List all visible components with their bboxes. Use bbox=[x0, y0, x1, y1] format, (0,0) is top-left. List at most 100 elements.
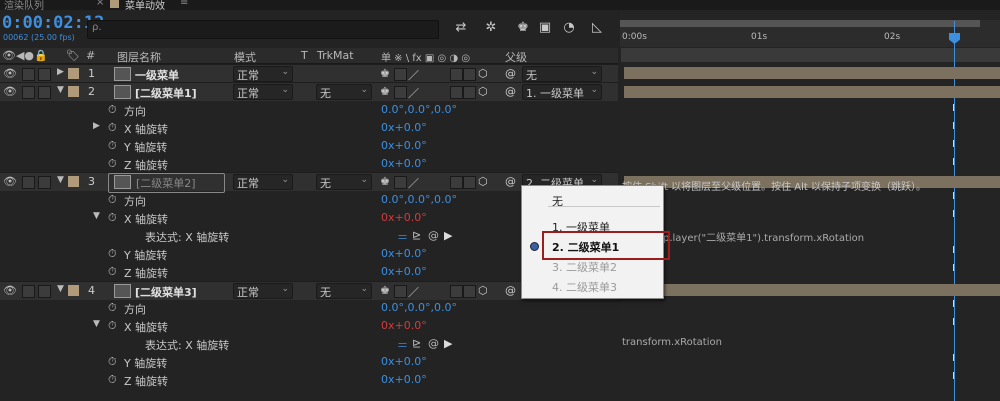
switch-box[interactable] bbox=[463, 285, 476, 298]
stopwatch-icon[interactable]: ⏱ bbox=[108, 247, 117, 261]
stopwatch-icon[interactable]: ⏱ bbox=[108, 319, 117, 333]
property-value[interactable]: 0x+0.0° bbox=[381, 211, 427, 224]
keyframe-marker[interactable]: I bbox=[952, 353, 955, 364]
graph-icon[interactable]: ⊵ bbox=[412, 229, 421, 242]
property-value[interactable]: 0x+0.0° bbox=[381, 247, 427, 260]
layer-row[interactable]: 👁 ▼ 2 [二级菜单1] 正常 ⌄ 无 ⌄ ♚ ／ ⬡ @1. 一级菜单 ⌄ bbox=[0, 82, 618, 101]
keyframe-marker[interactable]: I bbox=[952, 209, 955, 220]
pick-whip-icon[interactable]: @ bbox=[505, 175, 516, 188]
visibility-eye-icon[interactable]: 👁 bbox=[3, 67, 17, 80]
quality-switch-icon[interactable]: ／ bbox=[408, 67, 419, 83]
keyframe-marker[interactable]: I bbox=[952, 371, 955, 382]
switch-box[interactable] bbox=[394, 285, 407, 298]
keyframe-marker[interactable]: I bbox=[952, 299, 955, 310]
column-layer-name[interactable]: 图层名称 bbox=[117, 49, 161, 65]
mode-dropdown[interactable]: 正常 ⌄ bbox=[233, 283, 293, 299]
quality-switch-icon[interactable]: ／ bbox=[408, 175, 419, 191]
stopwatch-icon[interactable]: ⏱ bbox=[108, 373, 117, 387]
keyframe-marker[interactable]: I bbox=[952, 263, 955, 274]
parent-dropdown[interactable]: 1. 一级菜单 ⌄ bbox=[522, 84, 602, 100]
switch-box[interactable] bbox=[394, 86, 407, 99]
keyframe-marker[interactable]: I bbox=[952, 157, 955, 168]
lock-toggle[interactable] bbox=[38, 86, 51, 99]
label-color-swatch[interactable] bbox=[68, 285, 79, 296]
property-value[interactable]: 0.0°,0.0°,0.0° bbox=[381, 193, 457, 206]
label-color-swatch[interactable] bbox=[68, 176, 79, 187]
draft-3d-icon[interactable]: ✲ bbox=[482, 20, 500, 36]
eye-icon[interactable]: 👁◀●🔒 bbox=[2, 49, 48, 62]
layer-bar-1[interactable] bbox=[624, 67, 1000, 79]
stopwatch-icon[interactable]: ⏱ bbox=[108, 157, 117, 171]
switch-box[interactable] bbox=[450, 68, 463, 81]
keyframe-marker[interactable]: I bbox=[952, 103, 955, 114]
stopwatch-icon[interactable]: ⏱ bbox=[108, 121, 117, 135]
close-icon[interactable]: × bbox=[96, 0, 104, 8]
panel-menu-icon[interactable]: ≡ bbox=[180, 0, 188, 8]
layer-name[interactable]: 一级菜单 bbox=[135, 67, 179, 83]
layer-name[interactable]: [二级菜单1] bbox=[135, 85, 197, 101]
frame-blending-icon[interactable]: ▣ bbox=[536, 20, 554, 36]
trkmat-dropdown[interactable]: 无 ⌄ bbox=[316, 84, 372, 100]
pick-whip-icon[interactable]: @ bbox=[428, 229, 439, 242]
keyframe-marker[interactable]: I bbox=[952, 317, 955, 328]
property-row[interactable]: 表达式: X 轴旋转 ＝ ⊵ @ ▶ bbox=[0, 335, 618, 353]
language-menu-icon[interactable]: ▶ bbox=[444, 337, 452, 350]
property-value[interactable]: 0x+0.0° bbox=[381, 319, 427, 332]
comp-mini-flowchart-icon[interactable]: ⇄ bbox=[452, 20, 470, 36]
shy-layers-icon[interactable]: ♚ bbox=[514, 20, 532, 36]
stopwatch-icon[interactable]: ⏱ bbox=[108, 193, 117, 207]
expression-text-2[interactable]: transform.xRotation bbox=[622, 337, 722, 348]
graph-icon[interactable]: ⊵ bbox=[412, 337, 421, 350]
pick-whip-icon[interactable]: @ bbox=[505, 85, 516, 98]
expression-enable-icon[interactable]: ＝ bbox=[397, 229, 408, 245]
layer-name[interactable]: [二级菜单2] bbox=[108, 173, 225, 193]
keyframe-marker[interactable]: I bbox=[952, 245, 955, 256]
twirl-arrow-icon[interactable]: ▼ bbox=[93, 319, 100, 329]
mode-dropdown[interactable]: 正常 ⌄ bbox=[233, 84, 293, 100]
property-value[interactable]: 0.0°,0.0°,0.0° bbox=[381, 103, 457, 116]
layer-name[interactable]: [二级菜单3] bbox=[135, 284, 197, 300]
twirl-arrow-icon[interactable]: ▼ bbox=[57, 85, 64, 95]
pick-whip-icon[interactable]: @ bbox=[505, 284, 516, 297]
shy-switch-icon[interactable]: ♚ bbox=[380, 284, 390, 297]
stopwatch-icon[interactable]: ⏱ bbox=[108, 355, 117, 369]
switch-box[interactable] bbox=[450, 86, 463, 99]
stopwatch-icon[interactable]: ⏱ bbox=[108, 211, 117, 225]
expression-text-1[interactable]: p.layer("二级菜单1").transform.xRotation bbox=[663, 229, 864, 244]
solo-toggle[interactable] bbox=[22, 285, 35, 298]
layer-bar-2[interactable] bbox=[624, 86, 1000, 98]
lock-toggle[interactable] bbox=[38, 176, 51, 189]
property-row[interactable]: ⏱ Y 轴旋转 0x+0.0° bbox=[0, 137, 618, 155]
3d-layer-icon[interactable]: ⬡ bbox=[478, 284, 488, 297]
property-row[interactable]: ▶ ⏱ X 轴旋转 0x+0.0° bbox=[0, 119, 618, 137]
quality-switch-icon[interactable]: ／ bbox=[408, 85, 419, 101]
shy-switch-icon[interactable]: ♚ bbox=[380, 175, 390, 188]
layer-row[interactable]: 👁 ▶ 1 一级菜单 正常 ⌄ ♚ ／ ⬡ @ 无 ⌄ bbox=[0, 64, 618, 83]
lock-toggle[interactable] bbox=[38, 68, 51, 81]
solo-toggle[interactable] bbox=[22, 86, 35, 99]
switch-box[interactable] bbox=[394, 68, 407, 81]
label-color-swatch[interactable] bbox=[68, 86, 79, 97]
switch-box[interactable] bbox=[450, 285, 463, 298]
switch-box[interactable] bbox=[463, 86, 476, 99]
3d-layer-icon[interactable]: ⬡ bbox=[478, 175, 488, 188]
twirl-arrow-icon[interactable]: ▶ bbox=[93, 121, 100, 131]
property-value[interactable]: 0.0°,0.0°,0.0° bbox=[381, 301, 457, 314]
3d-layer-icon[interactable]: ⬡ bbox=[478, 67, 488, 80]
property-row[interactable]: ⏱ Z 轴旋转 0x+0.0° bbox=[0, 155, 618, 173]
trkmat-dropdown[interactable]: 无 ⌄ bbox=[316, 283, 372, 299]
property-row[interactable]: ⏱ Y 轴旋转 0x+0.0° bbox=[0, 353, 618, 371]
solo-toggle[interactable] bbox=[22, 176, 35, 189]
property-value[interactable]: 0x+0.0° bbox=[381, 139, 427, 152]
pick-whip-icon[interactable]: @ bbox=[505, 67, 516, 80]
property-row[interactable]: ▼ ⏱ X 轴旋转 0x+0.0° bbox=[0, 317, 618, 335]
work-area-bar[interactable] bbox=[620, 20, 980, 27]
stopwatch-icon[interactable]: ⏱ bbox=[108, 301, 117, 315]
switch-box[interactable] bbox=[450, 176, 463, 189]
stopwatch-icon[interactable]: ⏱ bbox=[108, 103, 117, 117]
lock-toggle[interactable] bbox=[38, 285, 51, 298]
switch-box[interactable] bbox=[394, 176, 407, 189]
expression-enable-icon[interactable]: ＝ bbox=[397, 337, 408, 353]
stopwatch-icon[interactable]: ⏱ bbox=[108, 265, 117, 279]
property-value[interactable]: 0x+0.0° bbox=[381, 373, 427, 386]
